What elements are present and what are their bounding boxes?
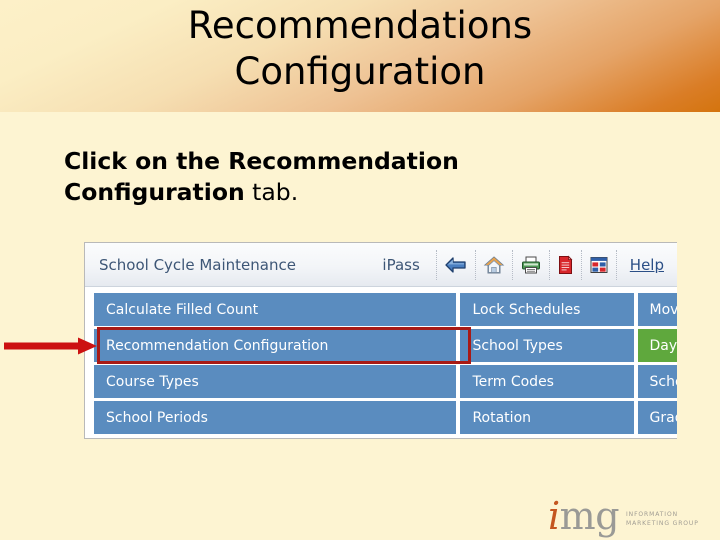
logo-wordmark: img [548,494,620,538]
home-button[interactable] [474,250,512,280]
menu-grid: Calculate Filled Count Lock Schedules Mo… [94,293,677,437]
home-icon [483,255,505,275]
back-arrow-icon [444,255,468,275]
menu-item-school-types[interactable]: School Types [460,329,634,362]
menu-item-course-types[interactable]: Course Types [94,365,457,398]
document-button[interactable] [548,250,581,280]
menu-item-school[interactable]: Scho [637,365,677,398]
logo-letters-mg: mg [559,494,620,538]
toolbar-actions: iPass Help [366,243,677,287]
menu-item-day[interactable]: Day [637,329,677,362]
report-grid-icon [589,255,609,275]
pointer-arrow-icon [4,336,98,356]
page-title: Recommendations Configuration [187,4,533,93]
menu-item-graduation[interactable]: Grad [637,401,677,434]
menu-item-school-periods[interactable]: School Periods [94,401,457,434]
menu-item-calculate-filled-count[interactable]: Calculate Filled Count [94,293,457,326]
report-button[interactable] [580,250,616,280]
logo-tagline: INFORMATION MARKETING GROUP [626,511,699,527]
menu-item-lock-schedules[interactable]: Lock Schedules [460,293,634,326]
instruction-normal-part: tab. [244,178,299,206]
menu-item-move[interactable]: Move [637,293,677,326]
application-screenshot: School Cycle Maintenance iPass Help Calc… [84,242,677,439]
printer-icon [520,255,542,275]
menu-item-term-codes[interactable]: Term Codes [460,365,634,398]
ipass-label-cell: iPass [366,250,435,280]
logo-letter-i: i [548,494,560,538]
table-row: School Periods Rotation Grad [94,401,677,434]
back-button[interactable] [435,250,475,280]
print-button[interactable] [511,250,549,280]
document-icon [557,255,574,275]
table-row: Course Types Term Codes Scho [94,365,677,398]
img-logo: img INFORMATION MARKETING GROUP [548,493,708,535]
app-toolbar: School Cycle Maintenance iPass Help [85,243,677,287]
menu-item-recommendation-configuration[interactable]: Recommendation Configuration [94,329,457,362]
table-row: Recommendation Configuration School Type… [94,329,677,362]
help-link[interactable]: Help [624,256,670,274]
instruction-text: Click on the Recommendation Configuratio… [64,146,584,208]
table-row: Calculate Filled Count Lock Schedules Mo… [94,293,677,326]
help-link-cell[interactable]: Help [615,250,677,280]
title-banner: Recommendations Configuration [0,0,720,112]
menu-item-rotation[interactable]: Rotation [460,401,634,434]
app-page-title: School Cycle Maintenance [99,256,296,274]
ipass-label: iPass [382,256,420,274]
